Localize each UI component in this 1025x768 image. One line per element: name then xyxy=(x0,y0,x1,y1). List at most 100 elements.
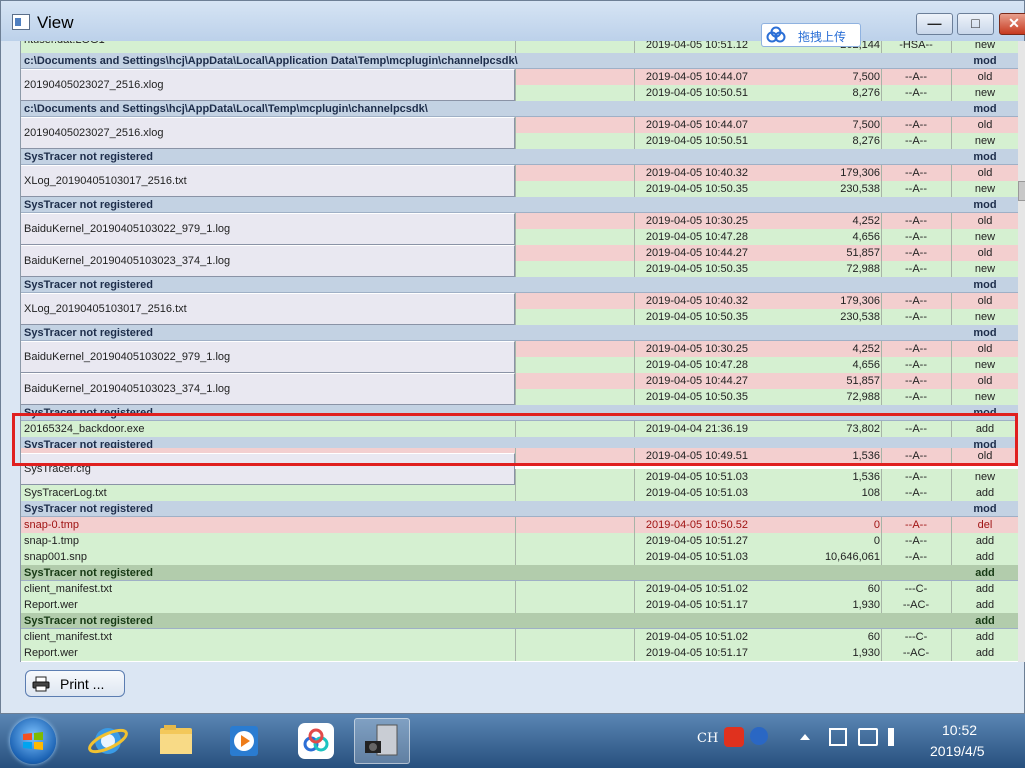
date-cell: 2019-04-05 10:50.52 xyxy=(645,519,748,531)
column-divider xyxy=(634,341,635,357)
column-divider xyxy=(881,517,882,533)
title-bar[interactable]: View — □ ✕ xyxy=(1,1,1025,41)
attributes-cell: ---C- xyxy=(904,583,928,595)
attributes-cell: --A-- xyxy=(905,295,927,307)
file-name-cell[interactable]: 20190405023027_2516.xlog xyxy=(21,117,515,149)
print-button[interactable]: Print ... xyxy=(25,670,125,697)
window-icon xyxy=(12,14,30,30)
table-row[interactable]: 2019-04-05 10:51.02 60 ---C-add client_mani… xyxy=(21,581,1018,597)
group-header-row[interactable]: c:\Documents and Settings\hcj\AppData\Lo… xyxy=(21,53,1018,69)
attributes-cell: --AC- xyxy=(902,647,930,659)
file-name-cell[interactable]: XLog_20190405103017_2516.txt xyxy=(21,165,515,197)
table-row[interactable]: 2019-04-05 10:51.03 10,646,061 --A-- add sna… xyxy=(21,549,1018,565)
column-divider xyxy=(515,357,516,373)
column-divider xyxy=(634,517,635,533)
printer-icon xyxy=(32,676,50,692)
column-divider xyxy=(951,645,952,661)
size-cell: 60 xyxy=(867,631,880,643)
column-divider xyxy=(951,597,952,613)
close-icon: ✕ xyxy=(1008,15,1020,31)
clock-time[interactable]: 10:52 xyxy=(942,722,977,738)
size-cell: 4,252 xyxy=(852,343,880,355)
file-name-cell[interactable]: XLog_20190405103017_2516.txt xyxy=(21,293,515,325)
size-cell: 230,538 xyxy=(840,183,880,195)
status-cell: mod xyxy=(973,199,997,211)
column-divider xyxy=(881,261,882,277)
file-name-cell[interactable]: BaiduKernel_20190405103022_979_1.log xyxy=(21,341,515,373)
size-cell: 0 xyxy=(873,519,880,531)
drag-upload-button[interactable]: 拖拽上传 xyxy=(761,23,861,47)
group-header-row[interactable]: SysTracer not registered mod xyxy=(21,325,1018,341)
status-cell: old xyxy=(977,71,993,83)
column-divider xyxy=(634,581,635,597)
start-button[interactable] xyxy=(10,718,56,764)
column-divider xyxy=(881,165,882,181)
clock-date[interactable]: 2019/4/5 xyxy=(930,743,985,759)
highlight-box xyxy=(12,413,1018,466)
input-language-indicator[interactable]: CH xyxy=(697,731,718,746)
size-cell: 7,500 xyxy=(852,119,880,131)
group-header-row[interactable]: SysTracer not registered mod xyxy=(21,197,1018,213)
attributes-cell: --A-- xyxy=(905,135,927,147)
minimize-button[interactable]: — xyxy=(916,13,953,35)
file-name-cell[interactable]: BaiduKernel_20190405103023_374_1.log xyxy=(21,245,515,277)
status-cell: new xyxy=(974,359,996,371)
date-cell: 2019-04-05 10:47.28 xyxy=(645,359,748,371)
baidu-netdisk-icon[interactable] xyxy=(288,718,344,764)
vertical-scrollbar[interactable] xyxy=(1018,41,1025,662)
column-divider xyxy=(515,41,516,53)
show-hidden-icons-icon[interactable] xyxy=(800,734,810,740)
table-row[interactable]: 2019-04-05 10:50.52 0 --A-- del snap-0.tmp xyxy=(21,517,1018,533)
column-divider xyxy=(515,85,516,101)
media-player-icon[interactable] xyxy=(216,718,272,764)
attributes-cell: --A-- xyxy=(905,391,927,403)
window-title: View xyxy=(37,13,74,32)
file-name: BaiduKernel_20190405103023_374_1.log xyxy=(24,383,231,395)
file-name-cell[interactable]: BaiduKernel_20190405103022_979_1.log xyxy=(21,213,515,245)
column-divider xyxy=(634,645,635,661)
help-icon[interactable] xyxy=(750,727,768,745)
internet-explorer-icon[interactable] xyxy=(80,718,136,764)
table-row[interactable]: 2019-04-05 10:51.03 108 --A-- add SysTracerL… xyxy=(21,485,1018,501)
change-list[interactable]: 2019-04-05 10:51.12262,144-HSA--newntuse… xyxy=(20,41,1018,662)
table-row[interactable]: 2019-04-05 10:51.02 60 ---C-add client_mani… xyxy=(21,629,1018,645)
column-divider xyxy=(881,69,882,85)
group-header-row[interactable]: c:\Documents and Settings\hcj\AppData\Lo… xyxy=(21,101,1018,117)
column-divider xyxy=(634,309,635,325)
table-row[interactable]: 2019-04-05 10:51.17 1,930 --AC-add Report.w… xyxy=(21,597,1018,613)
network-icon[interactable] xyxy=(858,728,878,746)
column-divider xyxy=(881,629,882,645)
group-header-row[interactable]: SysTracer not registered add xyxy=(21,565,1018,581)
table-row[interactable]: 2019-04-05 10:51.27 0 --A-- add snap-1.tmp xyxy=(21,533,1018,549)
column-divider xyxy=(951,581,952,597)
column-divider xyxy=(634,357,635,373)
scrollbar-thumb[interactable] xyxy=(1018,181,1025,201)
size-cell: 179,306 xyxy=(840,295,880,307)
size-cell: 4,656 xyxy=(852,231,880,243)
maximize-button[interactable]: □ xyxy=(957,13,994,35)
table-row[interactable]: 2019-04-05 10:51.12262,144-HSA--newntuse… xyxy=(21,41,1018,53)
status-cell: mod xyxy=(973,103,997,115)
column-divider xyxy=(515,213,516,229)
table-row[interactable]: 2019-04-05 10:51.17 1,930 --AC-add Report.w… xyxy=(21,645,1018,661)
file-name: client_manifest.txt xyxy=(24,583,113,595)
close-button[interactable]: ✕ xyxy=(999,13,1025,35)
group-header-row[interactable]: SysTracer not registered mod xyxy=(21,501,1018,517)
action-center-flag-icon[interactable] xyxy=(829,728,847,746)
group-header-row[interactable]: SysTracer not registered mod xyxy=(21,277,1018,293)
file-explorer-icon[interactable] xyxy=(148,718,204,764)
group-header-row[interactable]: SysTracer not registered add xyxy=(21,613,1018,629)
status-cell: mod xyxy=(973,55,997,67)
group-path: c:\Documents and Settings\hcj\AppData\Lo… xyxy=(24,55,518,67)
column-divider xyxy=(634,549,635,565)
volume-icon[interactable] xyxy=(888,728,906,746)
sogou-input-icon[interactable] xyxy=(724,727,744,747)
systracer-taskbar-icon[interactable] xyxy=(354,718,410,764)
file-name-cell[interactable]: 20190405023027_2516.xlog xyxy=(21,69,515,101)
group-header-row[interactable]: SysTracer not registered mod xyxy=(21,149,1018,165)
column-divider xyxy=(881,357,882,373)
size-cell: 72,988 xyxy=(846,391,880,403)
column-divider xyxy=(515,117,516,133)
file-name-cell[interactable]: BaiduKernel_20190405103023_374_1.log xyxy=(21,373,515,405)
file-name: 20190405023027_2516.xlog xyxy=(24,79,164,91)
